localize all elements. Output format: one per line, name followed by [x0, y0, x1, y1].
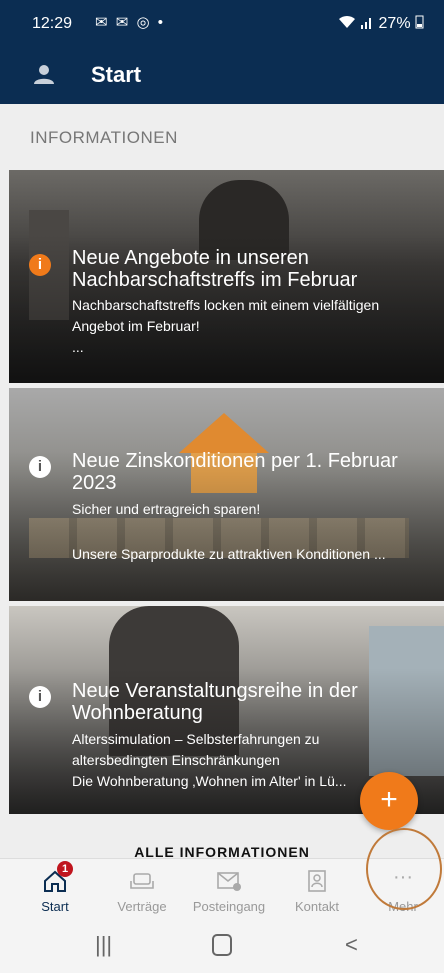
notification-icons: ✉ ✉ ◎ •	[95, 14, 165, 31]
info-icon: i	[29, 254, 51, 276]
couch-icon	[130, 873, 154, 889]
contact-icon	[308, 870, 326, 892]
system-navigation-bar: ||| <	[0, 920, 444, 973]
nav-label: Kontakt	[294, 899, 340, 914]
add-button[interactable]: +	[360, 772, 418, 830]
user-icon[interactable]	[33, 63, 55, 85]
status-bar: 12:29 ✉ ✉ ◎ • 27%	[0, 0, 444, 46]
battery-icon	[415, 15, 424, 29]
nav-label: Posteingang	[192, 899, 266, 914]
news-card-zinskonditionen[interactable]: i Neue Zinskonditionen per 1. Februar 20…	[9, 388, 444, 601]
nav-item-start[interactable]: 1 Start	[20, 859, 90, 921]
home-button-icon[interactable]	[212, 934, 232, 956]
main-content[interactable]: INFORMATIONEN i Neue Angebote in unseren…	[0, 104, 444, 858]
card-text: Nachbarschaftstreffs locken mit einem vi…	[72, 297, 380, 313]
highlight-circle	[366, 828, 442, 910]
card-text: Sicher und ertragreich sparen!	[72, 501, 261, 517]
nav-item-vertraege[interactable]: Verträge	[102, 859, 182, 921]
info-icon: i	[29, 456, 51, 478]
nav-item-posteingang[interactable]: Posteingang	[184, 859, 274, 921]
notification-badge: 1	[57, 861, 73, 877]
news-card-nachbarschaftstreffs[interactable]: i Neue Angebote in unseren Nachbarschaft…	[9, 170, 444, 383]
recent-apps-icon[interactable]: |||	[95, 932, 112, 958]
card-text: Angebot im Februar!	[72, 318, 200, 334]
card-text: Alterssimulation – Selbsterfahrungen zu	[72, 731, 320, 747]
back-icon[interactable]: <	[345, 932, 358, 958]
card-text: Die Wohnberatung ‚Wohnen im Alter' in Lü…	[72, 773, 347, 789]
card-text: ...	[72, 339, 84, 355]
signal-icon	[361, 18, 372, 29]
page-title: Start	[91, 62, 142, 87]
battery-percent: 27%	[378, 15, 411, 32]
nav-item-kontakt[interactable]: Kontakt	[282, 859, 352, 921]
card-text: altersbedingten Einschränkungen	[72, 752, 280, 768]
card-headline: Neue Zinskonditionen per 1. Februar 2023	[72, 450, 398, 494]
section-title: INFORMATIONEN	[30, 128, 178, 147]
wifi-icon	[338, 15, 355, 28]
card-text: Unsere Sparprodukte zu attraktiven Kondi…	[72, 546, 386, 562]
status-right: 27%	[338, 15, 424, 33]
app-bar: Start	[0, 46, 444, 104]
card-headline: Neue Veranstaltungsreihe in der Wohnbera…	[72, 680, 358, 724]
card-headline: Neue Angebote in unseren Nachbarschaftst…	[72, 247, 358, 291]
info-icon: i	[29, 686, 51, 708]
nav-label: Verträge	[117, 899, 167, 914]
mail-icon	[217, 872, 241, 891]
nav-label: Start	[41, 899, 69, 914]
status-time: 12:29	[32, 15, 73, 32]
